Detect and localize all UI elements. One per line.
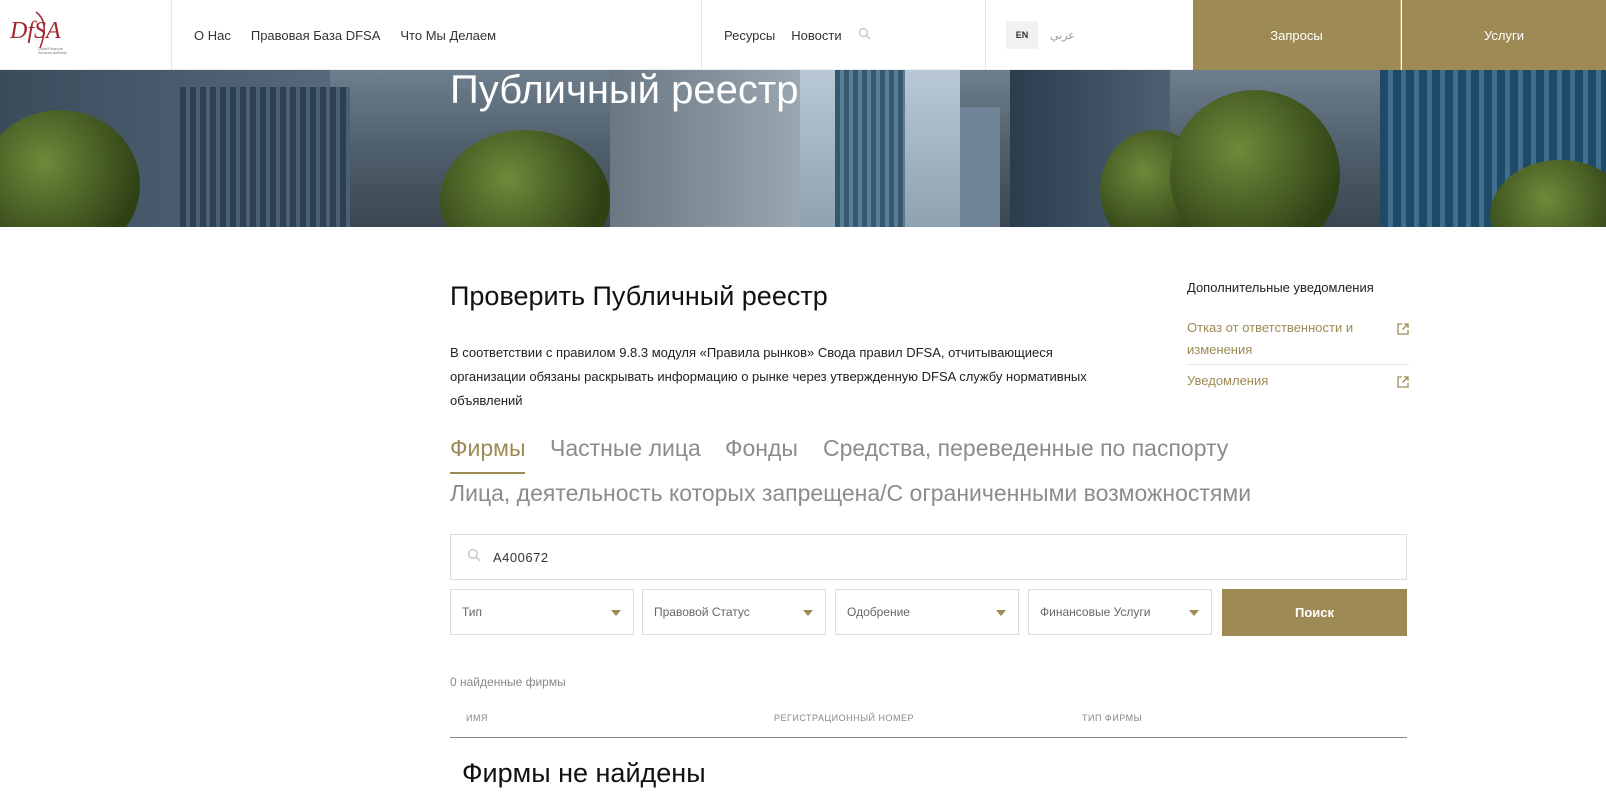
table-header-divider <box>450 737 1407 738</box>
lang-en-button[interactable]: EN <box>1006 21 1038 49</box>
svg-text:DfSA: DfSA <box>9 18 61 44</box>
intro-text: В соответствии с правилом 9.8.3 модуля «… <box>450 345 1087 408</box>
empty-results-message: Фирмы не найдены <box>462 758 706 788</box>
site-header: DfSA Dubai Financial Services Authority … <box>0 0 1606 70</box>
search-icon <box>467 548 481 567</box>
primary-nav: О Нас Правовая База DFSA Что Мы Делаем <box>172 0 702 70</box>
hero-tree <box>1170 90 1340 227</box>
filter-label: Правовой Статус <box>654 605 750 619</box>
nav-legal-base[interactable]: Правовая База DFSA <box>251 28 381 43</box>
dfsa-logo[interactable]: DfSA Dubai Financial Services Authority <box>0 0 172 70</box>
nav-news[interactable]: Новости <box>791 28 841 43</box>
disclaimer-link[interactable]: Отказ от ответственности и изменения <box>1187 317 1409 365</box>
hero-banner: Публичный реестр <box>0 70 1606 227</box>
results-count: 0 найденные фирмы <box>450 675 566 689</box>
lang-ar-link[interactable]: عربي <box>1050 29 1075 42</box>
tab-individuals[interactable]: Частные лица <box>550 435 701 462</box>
tab-firms[interactable]: Фирмы <box>450 435 525 462</box>
caret-down-icon <box>1189 610 1199 616</box>
search-icon[interactable] <box>858 27 871 43</box>
disclaimer-link-label: Отказ от ответственности и изменения <box>1187 320 1354 357</box>
search-input-value: A400672 <box>493 549 549 565</box>
external-link-icon <box>1397 373 1409 395</box>
secondary-nav: Ресурсы Новости <box>702 0 986 70</box>
column-header-firm-type[interactable]: ТИП ФИРМЫ <box>1082 713 1142 723</box>
services-button[interactable]: Услуги <box>1402 0 1606 70</box>
hero-building <box>835 70 905 227</box>
tab-funds[interactable]: Фонды <box>725 435 798 462</box>
language-switcher: EN عربي <box>986 0 1193 70</box>
filter-label: Финансовые Услуги <box>1040 605 1151 619</box>
svg-text:Services Authority: Services Authority <box>38 51 67 55</box>
notices-link-label: Уведомления <box>1187 373 1269 388</box>
filter-financial-services-select[interactable]: Финансовые Услуги <box>1028 589 1212 635</box>
tab-restricted-persons[interactable]: Лица, деятельность которых запрещена/С о… <box>450 480 1251 507</box>
dfsa-logo-mark: DfSA Dubai Financial Services Authority <box>9 11 67 55</box>
caret-down-icon <box>803 610 813 616</box>
hero-building <box>960 107 1000 227</box>
requests-button[interactable]: Запросы <box>1193 0 1401 70</box>
hero-building <box>180 87 350 227</box>
filter-type-select[interactable]: Тип <box>450 589 634 635</box>
nav-resources[interactable]: Ресурсы <box>724 28 775 43</box>
aside-title: Дополнительные уведомления <box>1187 280 1374 295</box>
notices-link[interactable]: Уведомления <box>1187 370 1409 392</box>
external-link-icon <box>1397 320 1409 342</box>
section-title: Проверить Публичный реестр <box>450 281 828 311</box>
filter-legal-status-select[interactable]: Правовой Статус <box>642 589 826 635</box>
column-header-registration-number[interactable]: РЕГИСТРАЦИОННЫЙ НОМЕР <box>774 713 914 723</box>
active-tab-indicator <box>450 472 525 474</box>
filter-label: Одобрение <box>847 605 910 619</box>
filter-approval-select[interactable]: Одобрение <box>835 589 1019 635</box>
tab-passported-funds[interactable]: Средства, переведенные по паспорту <box>823 435 1228 462</box>
caret-down-icon <box>611 610 621 616</box>
column-header-name[interactable]: ИМЯ <box>466 713 488 723</box>
filter-label: Тип <box>462 605 483 619</box>
caret-down-icon <box>996 610 1006 616</box>
nav-what-we-do[interactable]: Что Мы Делаем <box>400 28 496 43</box>
register-search-input[interactable]: A400672 <box>450 534 1407 580</box>
nav-about[interactable]: О Нас <box>194 28 231 43</box>
page-title: Публичный реестр <box>450 70 799 112</box>
search-button[interactable]: Поиск <box>1222 589 1407 636</box>
hero-tree <box>440 130 610 227</box>
